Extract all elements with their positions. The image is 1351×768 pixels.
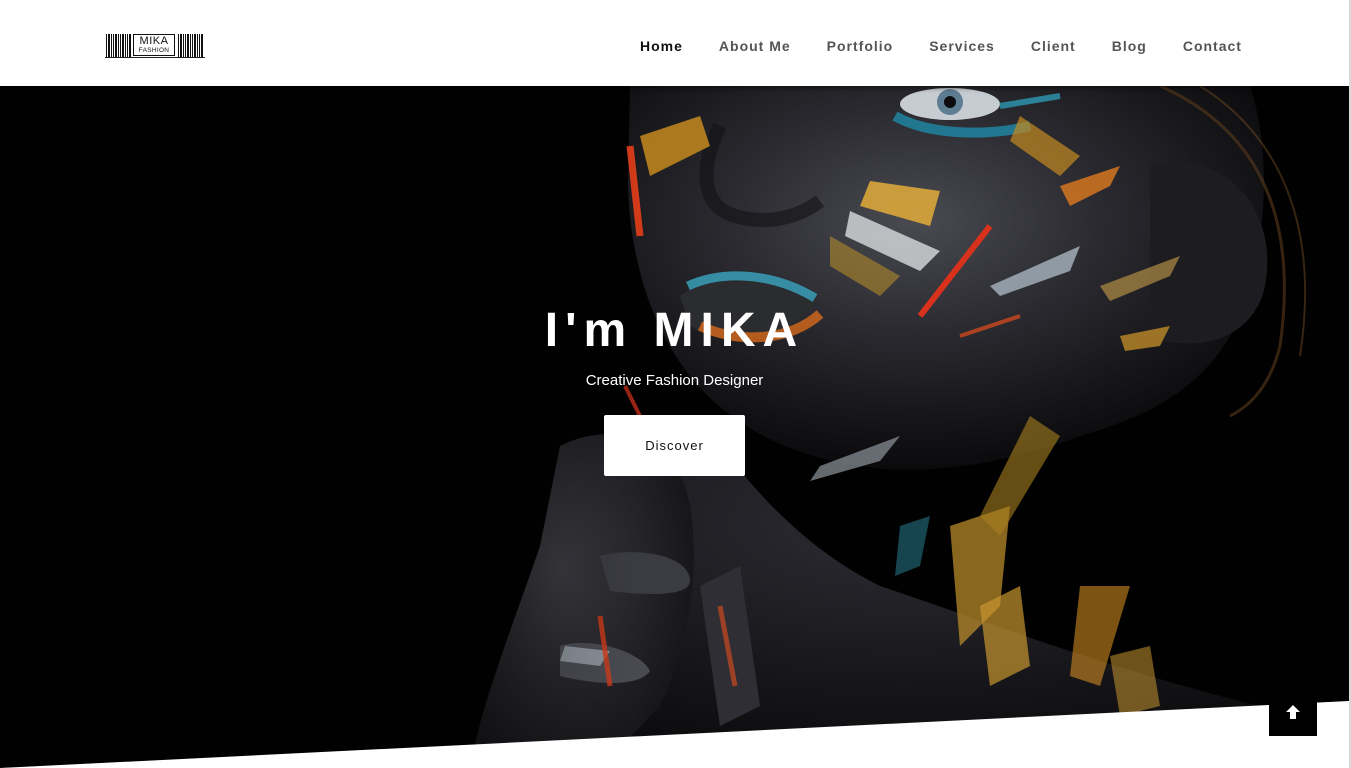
nav-item-contact: Contact — [1183, 38, 1242, 54]
hero-title: I'm MIKA — [544, 304, 805, 357]
nav-link-home[interactable]: Home — [640, 38, 683, 54]
site-header: MIKA FASHION Home About Me Portfolio Ser… — [0, 0, 1349, 86]
nav-link-blog[interactable]: Blog — [1112, 38, 1147, 54]
nav-item-home: Home — [640, 38, 683, 54]
scroll-to-top-button[interactable] — [1269, 688, 1317, 736]
discover-button[interactable]: Discover — [604, 415, 745, 476]
hero-bottom-slope — [0, 701, 1349, 768]
nav-item-about-me: About Me — [719, 38, 791, 54]
arrow-up-icon — [1286, 705, 1300, 719]
hero-subtitle: Creative Fashion Designer — [585, 372, 764, 389]
nav-item-blog: Blog — [1112, 38, 1147, 54]
logo-subword: FASHION — [138, 47, 170, 54]
nav-link-portfolio[interactable]: Portfolio — [827, 38, 894, 54]
nav-item-portfolio: Portfolio — [827, 38, 894, 54]
logo-word: MIKA — [139, 35, 169, 47]
nav-link-contact[interactable]: Contact — [1183, 38, 1242, 54]
nav-link-about-me[interactable]: About Me — [719, 38, 791, 54]
hero-section: I'm MIKA Creative Fashion Designer Disco… — [0, 86, 1349, 768]
nav-link-client[interactable]: Client — [1031, 38, 1076, 54]
nav-item-client: Client — [1031, 38, 1076, 54]
logo-wordmark: MIKA FASHION — [133, 34, 175, 56]
main-nav: Home About Me Portfolio Services Client … — [640, 38, 1242, 54]
brand-logo[interactable]: MIKA FASHION — [105, 33, 205, 58]
nav-link-services[interactable]: Services — [929, 38, 995, 54]
nav-item-services: Services — [929, 38, 995, 54]
